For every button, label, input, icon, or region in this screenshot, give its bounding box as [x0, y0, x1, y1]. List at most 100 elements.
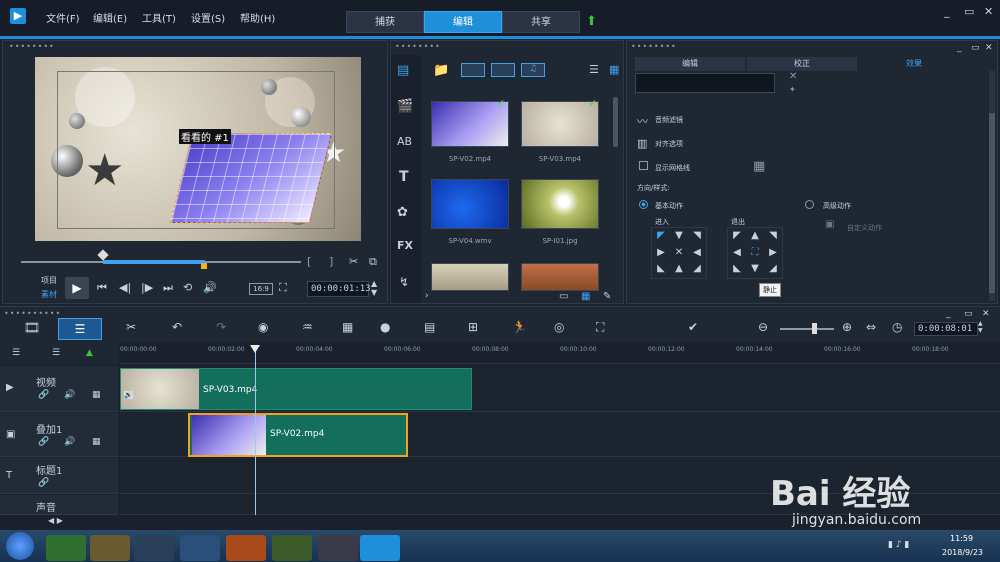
scroll-arrows-icon[interactable]: ◀ ▶ — [48, 516, 63, 525]
menu-edit[interactable]: 编辑(E) — [93, 10, 127, 25]
close-button[interactable]: ✕ — [984, 5, 993, 18]
align-options-link[interactable]: 对齐选项 — [655, 139, 683, 149]
thumb-size-icon[interactable]: ▭ — [559, 291, 568, 302]
volume-icon[interactable]: 🔊 — [203, 281, 217, 294]
media-icon[interactable]: ▤ — [397, 63, 409, 78]
exit-upper-right-icon[interactable]: ◥ — [764, 228, 782, 245]
tab-share[interactable]: 共享 — [502, 11, 580, 33]
link-icon[interactable]: 🔗 — [38, 478, 49, 488]
panel-grip[interactable]: •••••••••• — [4, 309, 61, 318]
mask-creator-icon[interactable]: ◎ — [554, 320, 564, 334]
menu-help[interactable]: 帮助(H) — [240, 10, 275, 25]
clock-date[interactable]: 2018/9/23 — [942, 548, 983, 557]
panel-grip[interactable]: •••••••• — [631, 42, 677, 51]
tab-edit[interactable]: 编辑 — [424, 11, 502, 33]
pan-zoom-icon[interactable]: ⛶ — [596, 320, 604, 335]
panel-grip[interactable]: •••••••• — [9, 42, 55, 51]
title-icon[interactable]: T — [399, 169, 409, 185]
exit-right-icon[interactable]: ▶ — [764, 245, 782, 262]
menu-tools[interactable]: 工具(T) — [142, 10, 176, 25]
tab-options-correction[interactable]: 校正 — [747, 57, 857, 71]
taskbar-explorer-icon[interactable] — [90, 535, 130, 561]
thumbnail-view-icon[interactable]: ▦ — [609, 63, 619, 76]
next-frame-icon[interactable]: |▶ — [141, 281, 153, 294]
record-capture-icon[interactable]: ◉ — [258, 320, 268, 334]
exit-upper-left-icon[interactable]: ◤ — [728, 228, 746, 245]
media-thumbnail[interactable] — [521, 263, 599, 291]
remove-filter-icon[interactable]: ✕ — [789, 71, 797, 82]
tray-icons[interactable]: ▮ ♪ ▮ — [888, 540, 909, 550]
edit-icon[interactable]: ✎ — [603, 291, 611, 302]
smart-package-icon[interactable]: ✔ — [688, 320, 698, 334]
storyboard-view-button[interactable]: 🎞 — [14, 318, 50, 340]
mark-out-button[interactable]: ] — [329, 255, 333, 268]
customize-toolbar-icon[interactable]: ✂ — [126, 320, 136, 334]
zoom-out-icon[interactable]: ⊖ — [758, 320, 768, 334]
taskbar-app-360-icon[interactable] — [46, 535, 86, 561]
restore-button[interactable]: ▭ — [964, 5, 974, 18]
timeline-close-button[interactable]: ✕ — [982, 309, 990, 319]
timeline-view-button[interactable]: ☰ — [58, 318, 102, 340]
exit-static-icon[interactable]: ⛶ — [746, 245, 764, 262]
timeline-clip-video[interactable]: 🔊 SP-V03.mp4 — [120, 368, 472, 410]
start-button[interactable] — [6, 532, 34, 560]
timeline-timecode[interactable]: 0:00:08:01 — [914, 322, 978, 336]
motion-tracking-icon[interactable]: ● — [380, 320, 390, 334]
previous-frame-icon[interactable]: ◀| — [119, 281, 131, 294]
graphics-icon[interactable]: ✿ — [397, 205, 408, 220]
enter-right-icon[interactable]: ◀ — [688, 245, 706, 262]
subtitle-editor-icon[interactable]: ▤ — [424, 320, 435, 334]
mark-in-button[interactable]: [ — [307, 255, 311, 268]
repeat-icon[interactable]: ⟲ — [183, 281, 192, 294]
zoom-slider[interactable] — [780, 328, 834, 330]
split-clip-icon[interactable]: ✂ — [349, 255, 358, 268]
crop-icon[interactable]: ⛶ — [279, 281, 287, 295]
clip-mode-label[interactable]: 素材 — [41, 289, 57, 300]
enter-bottom-icon[interactable]: ▲ — [670, 261, 688, 278]
taskbar-firefox-icon[interactable] — [226, 535, 266, 561]
exit-left-icon[interactable]: ◀ — [728, 245, 746, 262]
enlarge-icon[interactable]: ⧉ — [369, 255, 377, 269]
enter-top-icon[interactable]: ▼ — [670, 228, 688, 245]
mute-icon[interactable]: 🔊 — [64, 437, 75, 447]
panel-restore-button[interactable]: ▭ — [971, 43, 980, 53]
taskbar-videostudio-icon[interactable] — [360, 535, 400, 561]
panel-minimize-button[interactable]: _ — [957, 43, 962, 53]
panel-close-button[interactable]: ✕ — [985, 43, 993, 53]
grid-settings-icon[interactable]: ▦ — [753, 159, 765, 174]
enter-left-icon[interactable]: ▶ — [652, 245, 670, 262]
mark-out-handle[interactable] — [201, 263, 207, 269]
thumb-large-icon[interactable]: ▦ — [581, 291, 590, 302]
tab-options-effect[interactable]: 效果 — [859, 57, 969, 71]
ripple-icon[interactable]: ▦ — [92, 437, 101, 447]
preview-timecode[interactable]: 00:00:01:13 — [307, 281, 371, 297]
filter-video-button[interactable] — [461, 63, 485, 77]
redo-icon[interactable]: ↷ — [216, 320, 226, 334]
timecode-stepper[interactable]: ▲ ▼ — [371, 279, 377, 297]
enter-lower-right-icon[interactable]: ◢ — [688, 261, 706, 278]
fx-icon[interactable]: FX — [397, 239, 413, 252]
ripple-icon[interactable]: ▦ — [92, 390, 101, 400]
path-icon[interactable]: ↯ — [399, 275, 409, 289]
enter-center-icon[interactable]: ✕ — [670, 245, 688, 262]
add-track-icon[interactable]: ☰ — [52, 348, 60, 358]
exit-lower-left-icon[interactable]: ◣ — [728, 261, 746, 278]
advanced-motion-radio[interactable] — [805, 200, 814, 209]
multi-camera-icon[interactable]: ⊞ — [468, 320, 478, 334]
auto-music-icon[interactable]: ▦ — [342, 320, 353, 334]
tab-capture[interactable]: 捕获 — [346, 11, 424, 33]
media-thumbnail[interactable] — [431, 179, 509, 229]
zoom-slider-thumb[interactable] — [812, 323, 817, 334]
taskbar-app-icon[interactable] — [272, 535, 312, 561]
fit-project-icon[interactable]: ⇔ — [866, 320, 876, 334]
playhead-line[interactable] — [255, 350, 256, 515]
taskbar-recorder-icon[interactable] — [318, 535, 358, 561]
options-scrollbar-thumb[interactable] — [989, 113, 995, 293]
filter-photo-button[interactable] — [491, 63, 515, 77]
media-thumbnail[interactable] — [521, 101, 599, 147]
scrubber-handle[interactable] — [97, 249, 109, 261]
add-folder-icon[interactable]: 📁 — [433, 63, 449, 78]
show-grid-checkbox[interactable] — [639, 161, 648, 170]
project-mode-label[interactable]: 项目 — [41, 275, 57, 286]
upload-icon[interactable]: ⬆ — [586, 14, 597, 29]
